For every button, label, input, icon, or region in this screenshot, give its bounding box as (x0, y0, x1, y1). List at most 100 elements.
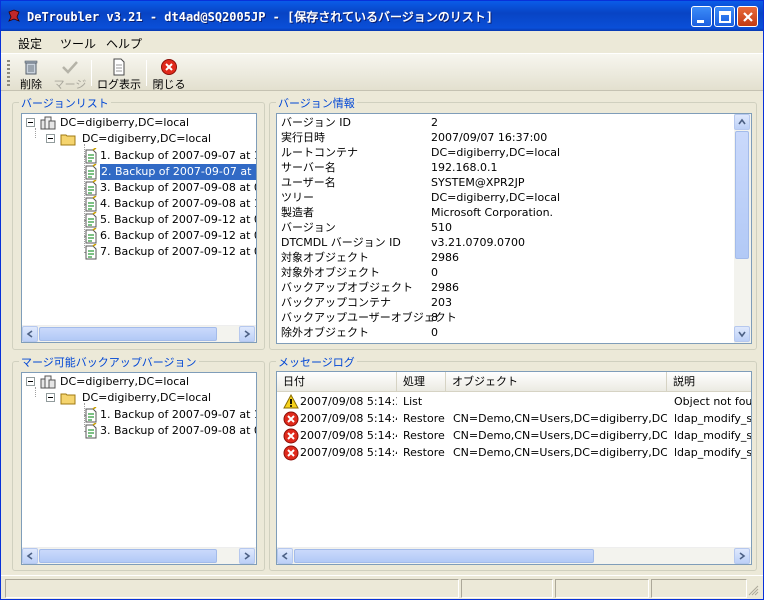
version-info-title: バージョン情報 (276, 95, 357, 111)
collapse-toggle[interactable] (46, 134, 55, 143)
merge-tree[interactable]: DC=digiberry,DC=local DC=digiberry,DC=lo… (21, 372, 257, 565)
log-description: ldap_modify_s( (674, 412, 751, 425)
maximize-button[interactable] (714, 6, 735, 27)
merge-button[interactable]: マージ (53, 56, 87, 91)
checkmark-icon (62, 61, 78, 74)
version-list-title: バージョンリスト (19, 95, 111, 111)
scroll-thumb[interactable] (294, 549, 594, 563)
log-row[interactable]: 2007/09/08 5:14:44 Restore CN=Demo,CN=User… (277, 410, 751, 427)
column-description[interactable]: 説明 (667, 372, 751, 392)
info-value: 0 (431, 266, 438, 279)
maximize-icon (719, 11, 731, 23)
scroll-right-button[interactable] (239, 326, 255, 342)
collapse-toggle[interactable] (26, 377, 35, 386)
info-value: 203 (431, 296, 452, 309)
collapse-toggle[interactable] (26, 118, 35, 127)
log-date: 2007/09/08 5:14:44 (300, 446, 397, 459)
backup-file-icon (85, 244, 97, 260)
scroll-left-button[interactable] (277, 548, 293, 564)
collapse-toggle[interactable] (46, 393, 55, 402)
info-value: 8 (431, 311, 438, 324)
scroll-left-button[interactable] (22, 326, 38, 342)
info-key: 対象オブジェクト (281, 251, 369, 264)
column-object[interactable]: オブジェクト (446, 372, 667, 392)
arrow-right-icon (739, 552, 746, 560)
message-log-list[interactable]: 日付 処理 オブジェクト 説明 2007/09/08 5:14:37 List Ob… (276, 371, 752, 565)
scroll-thumb[interactable] (735, 131, 749, 259)
column-action[interactable]: 処理 (397, 372, 446, 392)
menu-bar: 設定 ツール ヘルプ (1, 31, 763, 53)
resize-grip-icon[interactable] (747, 584, 759, 596)
info-value: 2986 (431, 281, 459, 294)
arrow-right-icon (244, 552, 251, 560)
close-circle-icon (161, 59, 177, 75)
show-log-label: ログ表示 (97, 78, 141, 91)
delete-button[interactable]: 削除 (15, 56, 47, 91)
menu-settings[interactable]: 設定 (18, 35, 42, 52)
log-date: 2007/09/08 5:14:44 (300, 412, 397, 425)
scroll-left-button[interactable] (22, 548, 38, 564)
backup-version-label: 1. Backup of 2007-09-07 at 16:3 (100, 149, 256, 162)
arrow-left-icon (26, 552, 33, 560)
scroll-thumb[interactable] (39, 549, 217, 563)
scroll-thumb[interactable] (39, 327, 217, 341)
app-icon (8, 9, 20, 22)
toolbar-grip[interactable] (7, 60, 10, 86)
menu-tools[interactable]: ツール (60, 35, 96, 52)
folder-icon (60, 393, 76, 405)
info-value: 0 (431, 326, 438, 339)
show-log-button[interactable]: ログ表示 (96, 56, 142, 91)
log-action: Restore (403, 412, 445, 425)
close-button[interactable]: 閉じる (151, 56, 187, 91)
scroll-up-button[interactable] (734, 114, 750, 130)
backup-file-icon (85, 228, 97, 244)
backup-file-icon (85, 407, 97, 423)
status-bar (1, 575, 763, 599)
message-log-hscroll[interactable] (277, 547, 751, 564)
document-icon (113, 58, 125, 76)
app-window: DeTroubler v3.21 - dt4ad@SQ2005JP - [保存さ… (0, 0, 764, 600)
message-log-header: 日付 処理 オブジェクト 説明 (277, 372, 751, 392)
status-pane (5, 579, 459, 598)
info-key: ユーザー名 (281, 176, 336, 189)
info-key: ルートコンテナ (281, 146, 358, 159)
log-description: ldap_modify_s( (674, 429, 751, 442)
menu-help[interactable]: ヘルプ (106, 35, 142, 52)
minimize-icon (697, 20, 704, 23)
info-value: 2 (431, 116, 438, 129)
info-value: 2007/09/07 16:37:00 (431, 131, 548, 144)
backup-version-label: 3. Backup of 2007-09-08 at 05:2 (100, 424, 256, 437)
info-key: 実行日時 (281, 131, 325, 144)
backup-file-icon (85, 196, 97, 212)
backup-file-icon (85, 212, 97, 228)
scroll-right-button[interactable] (734, 548, 750, 564)
trash-icon (24, 60, 38, 75)
domain-icon (40, 375, 56, 389)
log-action: Restore (403, 429, 445, 442)
log-row[interactable]: 2007/09/08 5:14:44 Restore CN=Demo,CN=User… (277, 427, 751, 444)
folder-icon (60, 134, 76, 146)
merge-list-title: マージ可能バックアップバージョン (19, 354, 199, 370)
message-log-title: メッセージログ (276, 354, 357, 370)
log-row[interactable]: 2007/09/08 5:14:44 Restore CN=Demo,CN=User… (277, 444, 751, 461)
close-label: 閉じる (152, 78, 186, 91)
log-object: CN=Demo,CN=Users,DC=digiberry,DC=local (453, 446, 667, 459)
backup-file-icon (85, 148, 97, 164)
version-tree[interactable]: DC=digiberry,DC=local DC=digiberry,DC=lo… (21, 113, 257, 343)
log-description: Object not found (674, 395, 751, 408)
info-value: DC=digiberry,DC=local (431, 191, 561, 204)
version-info-vscroll[interactable] (734, 114, 751, 343)
log-row[interactable]: 2007/09/08 5:14:37 List Object not found (277, 393, 751, 410)
version-tree-hscroll[interactable] (22, 325, 256, 342)
minimize-button[interactable] (691, 6, 712, 27)
info-key: 製造者 (281, 206, 314, 219)
scroll-down-button[interactable] (734, 326, 750, 342)
scroll-right-button[interactable] (239, 548, 255, 564)
merge-tree-hscroll[interactable] (22, 547, 256, 564)
column-date[interactable]: 日付 (277, 372, 397, 392)
title-bar[interactable]: DeTroubler v3.21 - dt4ad@SQ2005JP - [保存さ… (1, 1, 763, 31)
info-value: 192.168.0.1 (431, 161, 498, 174)
close-window-button[interactable] (737, 6, 758, 27)
domain-icon (40, 116, 56, 130)
log-date: 2007/09/08 5:14:37 (300, 395, 397, 408)
